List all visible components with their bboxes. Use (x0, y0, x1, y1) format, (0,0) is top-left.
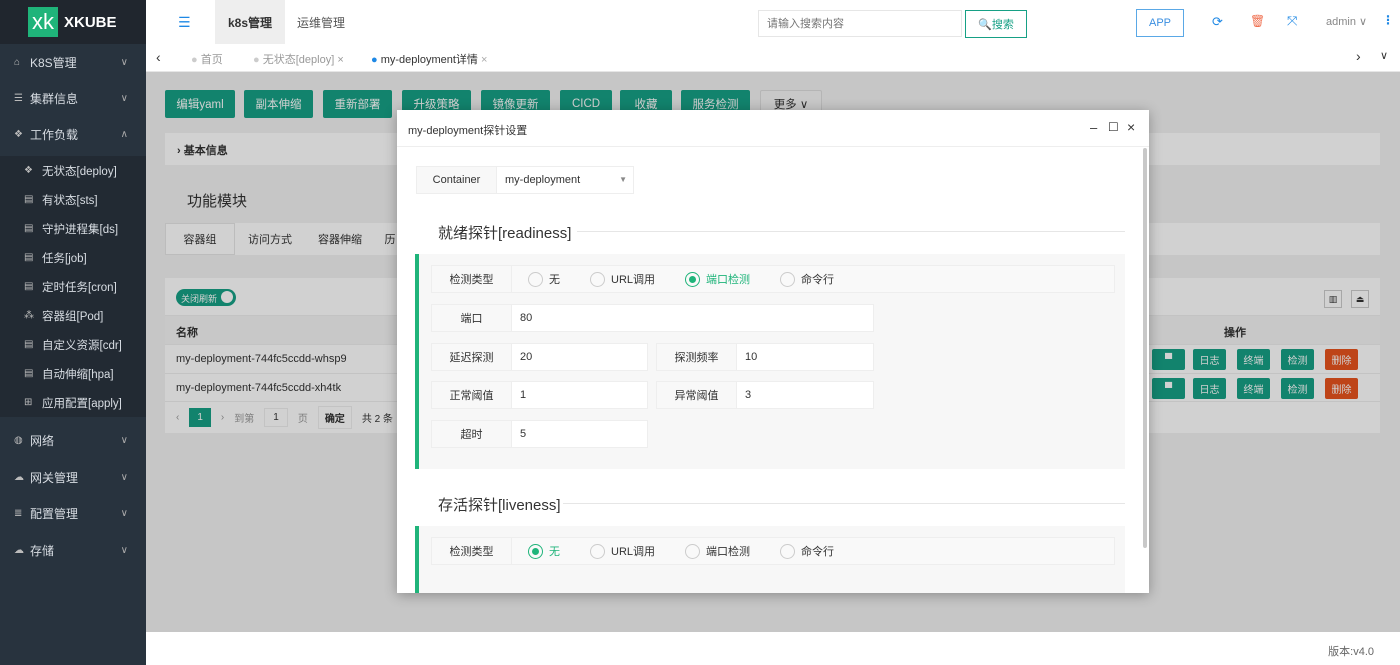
chevron-down-icon: ∨ (120, 544, 128, 556)
chevron-down-icon: ∨ (120, 507, 128, 519)
liveness-radio-none[interactable]: 无 (528, 543, 560, 559)
sidebar-item-workload[interactable]: ❖ 工作负载 ∧ (0, 116, 146, 152)
sidebar-sub-hpa[interactable]: ▤ 自动伸缩[hpa] (0, 359, 146, 388)
sidebar-sub-sts[interactable]: ▤ 有状态[sts] (0, 185, 146, 214)
readiness-probe-panel: 检测类型 无 URL调用 端口检测 命令行 端口 80 延迟探测 20 探测频率 10… (415, 254, 1125, 469)
home-icon: ⌂ (14, 56, 21, 68)
chevron-down-icon: ∨ (120, 471, 128, 483)
menu-toggle-icon[interactable]: ☰ (178, 14, 191, 31)
search-button[interactable]: 🔍搜索 (965, 10, 1027, 38)
list-icon: ▤ (24, 281, 34, 292)
cube-icon: ❖ (24, 165, 33, 176)
readiness-radio-cmd[interactable]: 命令行 (780, 271, 834, 287)
globe-icon: ◍ (14, 434, 23, 446)
sidebar-item-config[interactable]: ≣ 配置管理 ∨ (0, 495, 146, 531)
refresh-icon[interactable]: ⟳ (1212, 14, 1223, 30)
close-icon[interactable]: × (1127, 119, 1135, 135)
divider (563, 503, 1125, 504)
logo: xk XKUBE (0, 0, 146, 44)
trash-icon[interactable]: 🗑 (1250, 14, 1265, 28)
cloud-icon: ☁ (14, 471, 24, 483)
sidebar-item-k8s[interactable]: ⌂ K8S管理 ∨ (0, 44, 146, 80)
failure-threshold-field[interactable]: 异常阈值 3 (656, 381, 874, 409)
sidebar-sub-cdr[interactable]: ▤ 自定义资源[cdr] (0, 330, 146, 359)
database-icon: ≣ (14, 507, 23, 519)
sidebar-item-storage[interactable]: ☁ 存储 ∨ (0, 532, 146, 568)
list-icon: ▤ (24, 368, 34, 379)
sidebar-sub-job[interactable]: ▤ 任务[job] (0, 243, 146, 272)
menu-k8s[interactable]: k8s管理 (215, 0, 285, 44)
sidebar-sub-deploy[interactable]: ❖ 无状态[deploy] (0, 156, 146, 185)
modal-header: my-deployment探针设置 (397, 110, 1149, 147)
server-icon: ☰ (14, 92, 23, 104)
chevron-down-icon: ∨ (120, 56, 128, 68)
readiness-radio-none[interactable]: 无 (528, 271, 560, 287)
modal-scrollbar[interactable] (1143, 148, 1147, 548)
maximize-icon[interactable]: ☐ (1108, 120, 1119, 134)
minimize-icon[interactable]: – (1090, 120, 1097, 135)
sidebar-item-gateway[interactable]: ☁ 网关管理 ∨ (0, 459, 146, 495)
cloud-icon: ☁ (14, 544, 24, 556)
liveness-radio-url[interactable]: URL调用 (590, 543, 655, 559)
tabs-bar: ‹ ● 首页 ● 无状态[deploy] × ● my-deployment详情… (146, 44, 1400, 72)
tabs-prev-icon[interactable]: ‹ (156, 49, 161, 65)
menu-ops[interactable]: 运维管理 (285, 0, 357, 44)
sidebar-sub-ds[interactable]: ▤ 守护进程集[ds] (0, 214, 146, 243)
sidebar-item-cluster[interactable]: ☰ 集群信息 ∨ (0, 80, 146, 116)
close-icon[interactable]: × (337, 54, 343, 66)
sidebar: xk XKUBE ⌂ K8S管理 ∨ ☰ 集群信息 ∨ ❖ 工作负载 ∧ ❖ 无状态[deplo… (0, 0, 146, 665)
footer: 版本:v4.0 (146, 632, 1400, 665)
readiness-type-row: 检测类型 无 URL调用 端口检测 命令行 (431, 265, 1115, 293)
list-icon: ▤ (24, 223, 34, 234)
sidebar-sub-apply[interactable]: ⊞ 应用配置[apply] (0, 388, 146, 417)
readiness-radio-port[interactable]: 端口检测 (685, 271, 750, 287)
probe-settings-modal: my-deployment探针设置 – ☐ × Container my-dep… (397, 110, 1149, 593)
more-vertical-icon[interactable]: ⋮ (1382, 13, 1394, 27)
plus-square-icon: ⊞ (24, 397, 33, 408)
chevron-up-icon: ∧ (120, 128, 128, 140)
readiness-radio-url[interactable]: URL调用 (590, 271, 655, 287)
cube-icon: ❖ (14, 128, 23, 140)
liveness-radio-cmd[interactable]: 命令行 (780, 543, 834, 559)
chevron-down-icon: ∨ (120, 92, 128, 104)
list-icon: ▤ (24, 339, 34, 350)
period-field[interactable]: 探测频率 10 (656, 343, 874, 371)
sidebar-sub-cron[interactable]: ▤ 定时任务[cron] (0, 272, 146, 301)
success-threshold-field[interactable]: 正常阈值 1 (431, 381, 648, 409)
tabs-next-icon[interactable]: › (1356, 48, 1361, 64)
tab-home[interactable]: ● 首页 (191, 51, 223, 67)
search-input[interactable] (758, 10, 962, 37)
delay-field[interactable]: 延迟探测 20 (431, 343, 648, 371)
sidebar-sub-pod[interactable]: ⁂ 容器组[Pod] (0, 301, 146, 330)
tab-deployment-detail[interactable]: ● my-deployment详情 × (371, 51, 487, 67)
sidebar-item-network[interactable]: ◍ 网络 ∨ (0, 422, 146, 458)
tab-deploy[interactable]: ● 无状态[deploy] × (253, 51, 344, 67)
chevron-down-icon: ∨ (120, 434, 128, 446)
list-icon: ▤ (24, 252, 34, 263)
close-icon[interactable]: × (481, 54, 487, 66)
app-button[interactable]: APP (1136, 9, 1184, 37)
top-bar: ☰ k8s管理 运维管理 🔍搜索 APP ⟳ 🗑 ⤧ admin ∨ ⋮ (146, 0, 1400, 44)
liveness-probe-panel: 检测类型 无 URL调用 端口检测 命令行 (415, 526, 1125, 593)
container-select[interactable]: Container my-deployment ▼ (416, 166, 634, 194)
timeout-field[interactable]: 超时 5 (431, 420, 648, 448)
fullscreen-icon[interactable]: ⤧ (1287, 13, 1297, 29)
tabs-dropdown-icon[interactable]: ∨ (1380, 49, 1388, 62)
liveness-type-row: 检测类型 无 URL调用 端口检测 命令行 (431, 537, 1115, 565)
caret-down-icon: ▼ (619, 175, 627, 184)
user-menu[interactable]: admin ∨ (1326, 15, 1367, 28)
cubes-icon: ⁂ (24, 310, 34, 321)
divider (577, 231, 1125, 232)
port-field[interactable]: 端口 80 (431, 304, 874, 332)
list-icon: ▤ (24, 194, 34, 205)
liveness-radio-port[interactable]: 端口检测 (685, 543, 750, 559)
